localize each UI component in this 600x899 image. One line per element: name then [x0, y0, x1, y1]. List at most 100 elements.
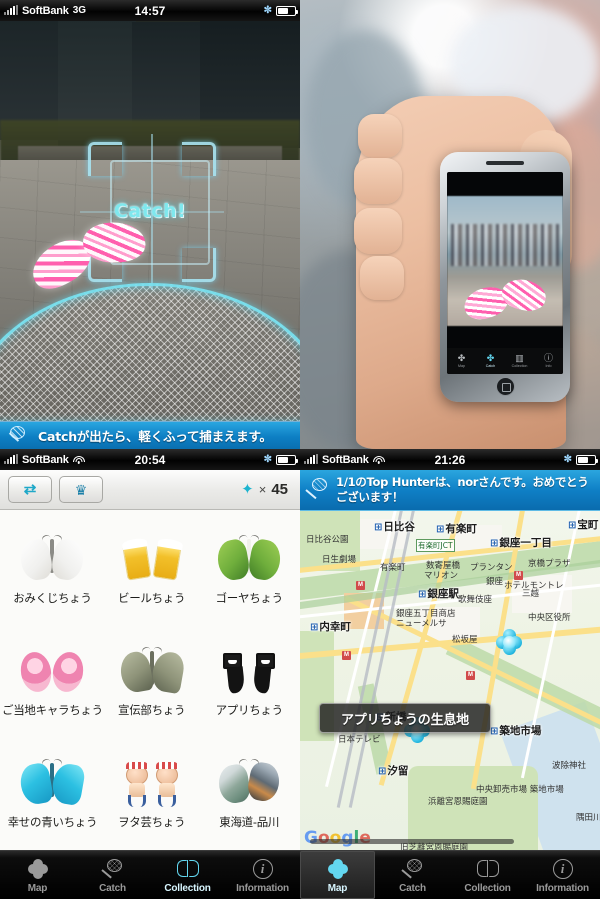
habitat-tooltip: アプリちょうの生息地 — [319, 703, 491, 733]
station-label: 宝町 — [568, 517, 598, 532]
collection-item[interactable]: ご当地キャラちょう — [2, 626, 103, 738]
subway-marker: M — [342, 651, 351, 660]
tab-collection[interactable]: Collection — [150, 851, 225, 899]
home-button — [495, 377, 515, 396]
counter-value: 45 — [271, 481, 288, 498]
top-hunter-text: 1/1のTop Hunterは、norさんです。おめでとうございます！ — [336, 474, 589, 504]
tab-catch[interactable]: Catch — [375, 851, 450, 899]
device-screen: ✤ Map ✤ Catch ▥ Collection ⓘ Info — [447, 172, 563, 374]
place-label: 京橋プラザ — [528, 559, 571, 569]
clock-label: 21:26 — [434, 452, 466, 467]
finger — [354, 208, 402, 254]
clock-label: 14:57 — [134, 3, 166, 18]
place-label: 波除神社 — [552, 761, 587, 771]
place-label: ホテルモントレ — [504, 581, 564, 591]
butterfly-net-icon — [6, 425, 32, 447]
tab-information[interactable]: i Information — [225, 851, 300, 899]
device-tab-label: Collection — [511, 364, 528, 368]
device-tab-bar: ✤ Map ✤ Catch ▥ Collection ⓘ Info — [447, 348, 563, 374]
collection-item[interactable]: アプリちょう — [200, 626, 298, 738]
butterfly-net-icon — [305, 477, 331, 503]
place-label: 有楽町 — [380, 563, 406, 573]
tab-label: Collection — [164, 882, 211, 894]
hint-text: Catchが出たら、軽くふって捕まえます。 — [38, 429, 272, 444]
tab-bar-collection: Map Catch Collection i Information — [0, 850, 300, 899]
collection-item[interactable]: 幸せの青いちょう — [2, 738, 103, 850]
butterfly-art-omikuji — [18, 533, 87, 585]
tab-label: Collection — [464, 882, 511, 894]
tab-label: Information — [536, 882, 589, 894]
hint-bar: Catchが出たら、軽くふって捕まえます。 — [0, 421, 300, 449]
place-label: 隅田川 — [576, 813, 600, 823]
map-canvas[interactable]: 日比谷 有楽町 銀座一丁目 内幸町 新橋 汐留 築地市場 宝町 日比谷公園 日生… — [300, 511, 600, 850]
tab-label: Catch — [399, 882, 426, 894]
book-icon — [176, 857, 200, 881]
place-label: 日生劇場 — [322, 555, 357, 565]
panel-map: SoftBank 21:26 ✼ 1/1のTop Hunterは、norさんです… — [300, 449, 600, 899]
finger — [354, 158, 402, 204]
tab-map[interactable]: Map — [300, 851, 375, 899]
collection-item-label: ヲタ芸ちょう — [118, 814, 186, 829]
net-icon — [100, 857, 125, 881]
station-label: 築地市場 — [490, 723, 541, 738]
battery-icon — [276, 5, 298, 16]
device-tab-info: ⓘ Info — [534, 348, 563, 374]
collection-item-label: ご当地キャラちょう — [2, 702, 103, 717]
panel-collection: SoftBank 20:54 ✼ ⇄ ♛ ✦ × 45 おみくじちょう ビールち… — [0, 449, 300, 899]
collection-item[interactable]: おみくじちょう — [2, 514, 103, 626]
tab-catch[interactable]: Catch — [75, 851, 150, 899]
finger — [358, 114, 402, 158]
book-icon — [476, 857, 500, 881]
swap-button[interactable]: ⇄ — [8, 476, 52, 503]
panel-product-photo: ✤ Map ✤ Catch ▥ Collection ⓘ Info — [300, 0, 600, 449]
device-tab-collection: ▥ Collection — [505, 348, 534, 374]
collection-item-label: アプリちょう — [215, 702, 284, 717]
panel-ar-catch: Catch! Catchが出たら、軽くふって捕まえます。 SoftBank 3G — [0, 0, 300, 449]
ranking-button[interactable]: ♛ — [59, 476, 103, 503]
tab-collection[interactable]: Collection — [450, 851, 525, 899]
butterfly-art-otagei — [120, 759, 184, 809]
four-panel-collage: Catch! Catchが出たら、軽くふって捕まえます。 SoftBank 3G — [0, 0, 600, 899]
butterfly-wing-right — [499, 275, 549, 315]
counter-multiplier: × — [258, 482, 267, 497]
collection-item-label: 宣伝部ちょう — [118, 702, 186, 717]
collection-screen: SoftBank 20:54 ✼ ⇄ ♛ ✦ × 45 おみくじちょう ビールち… — [0, 449, 300, 899]
device-tab-map: ✤ Map — [447, 348, 476, 374]
tab-label: Map — [327, 882, 348, 894]
net-icon: ✤ — [486, 353, 495, 363]
swap-arrows-icon: ⇄ — [23, 481, 37, 498]
place-label: 銀座 — [486, 577, 504, 587]
butterfly-art-app — [217, 647, 281, 697]
collection-item[interactable]: ヲタ芸ちょう — [103, 738, 201, 850]
place-label: 松坂屋 — [452, 635, 478, 645]
top-hunter-banner: 1/1のTop Hunterは、norさんです。おめでとうございます！ — [300, 470, 600, 511]
collection-item[interactable]: 宣伝部ちょう — [103, 626, 201, 738]
tab-label: Information — [236, 882, 289, 894]
place-label: 中央区役所 — [528, 613, 571, 623]
battery-icon — [576, 454, 598, 465]
clover-icon — [326, 857, 350, 881]
butterfly-icon: ✦ — [241, 481, 254, 498]
collection-item[interactable]: ゴーヤちょう — [200, 514, 298, 626]
iphone-device: ✤ Map ✤ Catch ▥ Collection ⓘ Info — [440, 152, 570, 402]
place-label: 浜離宮恩賜庭園 — [428, 797, 488, 807]
collection-item[interactable]: ビールちょう — [103, 514, 201, 626]
station-label: 汐留 — [378, 763, 408, 778]
habitat-marker[interactable] — [496, 629, 522, 655]
butterfly-art-sendenbu — [117, 645, 186, 697]
street-crowd — [451, 224, 559, 266]
subway-marker: M — [466, 671, 475, 680]
ar-camera-scene: Catch! Catchが出たら、軽くふって捕まえます。 — [0, 0, 300, 449]
subway-marker: M — [356, 581, 365, 590]
clover-icon: ✤ — [457, 353, 466, 363]
status-bar-collection: SoftBank 20:54 ✼ — [0, 449, 300, 470]
map-scroll-indicator[interactable] — [310, 839, 514, 844]
net-icon — [400, 857, 425, 881]
catch-label: Catch! — [113, 200, 187, 222]
collection-item[interactable]: 東海道-品川 — [200, 738, 298, 850]
tab-map[interactable]: Map — [0, 851, 75, 899]
info-icon: i — [551, 857, 575, 881]
place-label: プランタン — [470, 563, 513, 573]
station-label: 日比谷 — [374, 519, 415, 534]
tab-information[interactable]: i Information — [525, 851, 600, 899]
